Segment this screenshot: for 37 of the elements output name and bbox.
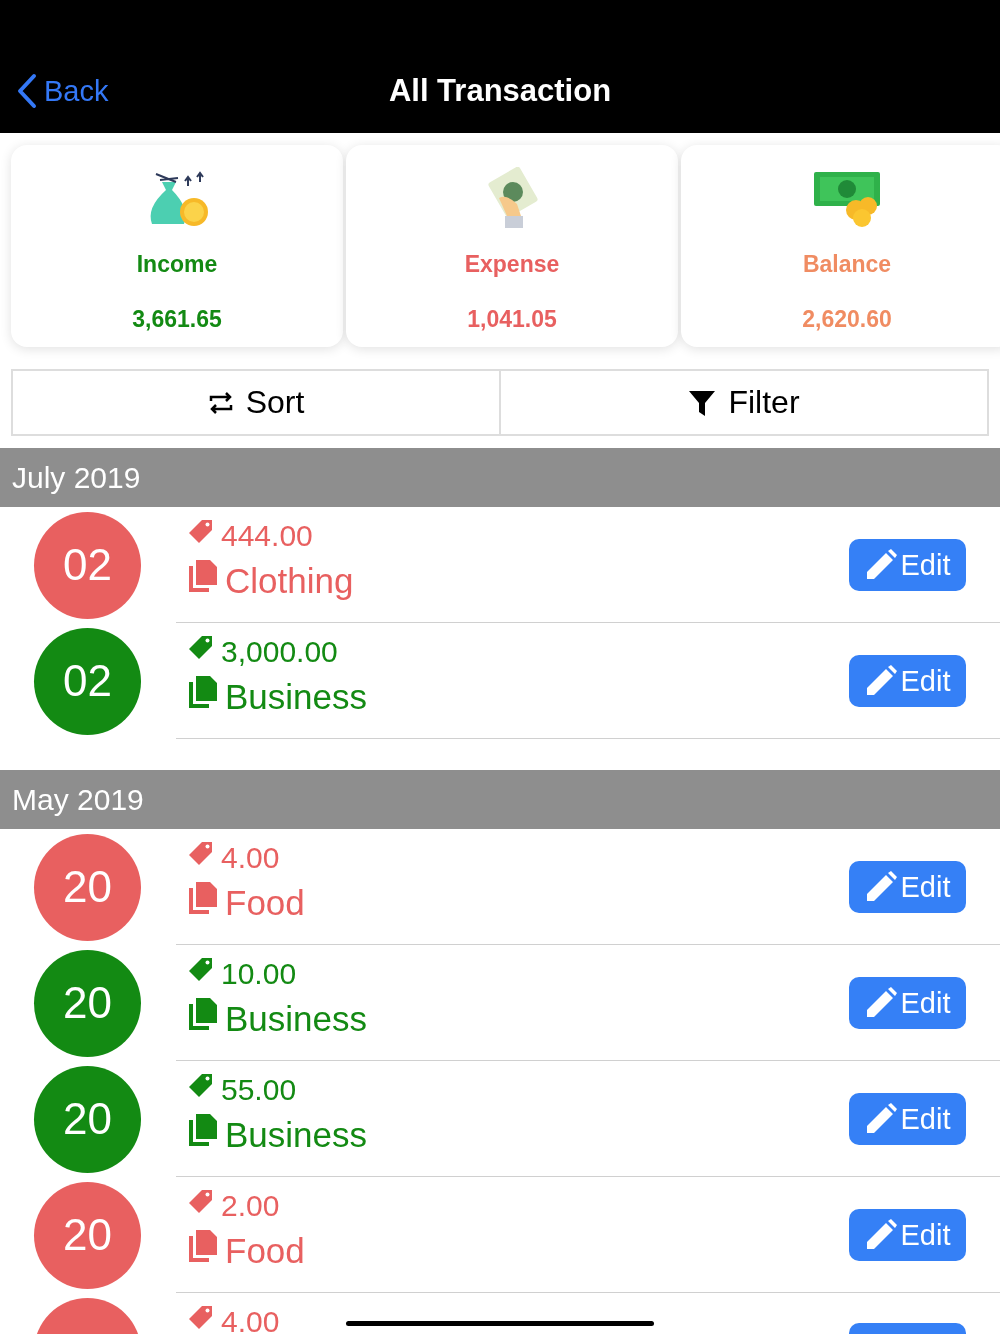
transaction-category: Business [225,1115,368,1155]
summary-amount: 1,041.05 [467,306,557,333]
summary-label: Expense [464,251,560,278]
transaction-category: Clothing [225,561,354,601]
day-badge: 02 [34,627,141,735]
transaction-category: Food [225,883,305,923]
transaction-category: Business [225,677,368,717]
month-heading: May 2019 [12,782,144,817]
transaction-amount: 4.00 [221,841,280,875]
day-badge: 20 [34,833,141,941]
transaction-amount: 3,000.00 [221,635,338,669]
day-badge: 02 [34,511,141,619]
transaction-category: Business [225,999,368,1039]
transaction-amount: 10.00 [221,957,297,991]
day-badge: 20 [34,1181,141,1289]
summary-amount: 3,661.65 [132,306,222,333]
back-button[interactable]: Back [16,73,109,109]
transaction-category: Food [225,1231,305,1271]
month-heading: July 2019 [12,460,141,495]
transaction-amount: 55.00 [221,1073,297,1107]
summary-amount: 2,620.60 [802,306,892,333]
day-badge: 20 [34,949,141,1057]
transaction-amount: 444.00 [221,519,313,553]
screen-title: All Transaction [388,73,612,109]
edit-button[interactable]: Edit [849,1209,966,1261]
summary-label: Income [136,251,218,278]
edit-button[interactable]: Edit [849,655,966,707]
summary-label: Balance [802,251,892,278]
day-badge: 20 [34,1065,141,1173]
filter-button[interactable]: Filter [500,369,989,436]
edit-button[interactable]: Edit [849,861,966,913]
edit-button[interactable]: Edit [849,977,966,1029]
edit-button[interactable]: Edit [849,1093,966,1145]
transaction-amount: 4.00 [221,1305,280,1334]
edit-button[interactable]: Edit [849,539,966,591]
sort-button[interactable]: Sort [11,369,500,436]
transaction-amount: 2.00 [221,1189,280,1223]
